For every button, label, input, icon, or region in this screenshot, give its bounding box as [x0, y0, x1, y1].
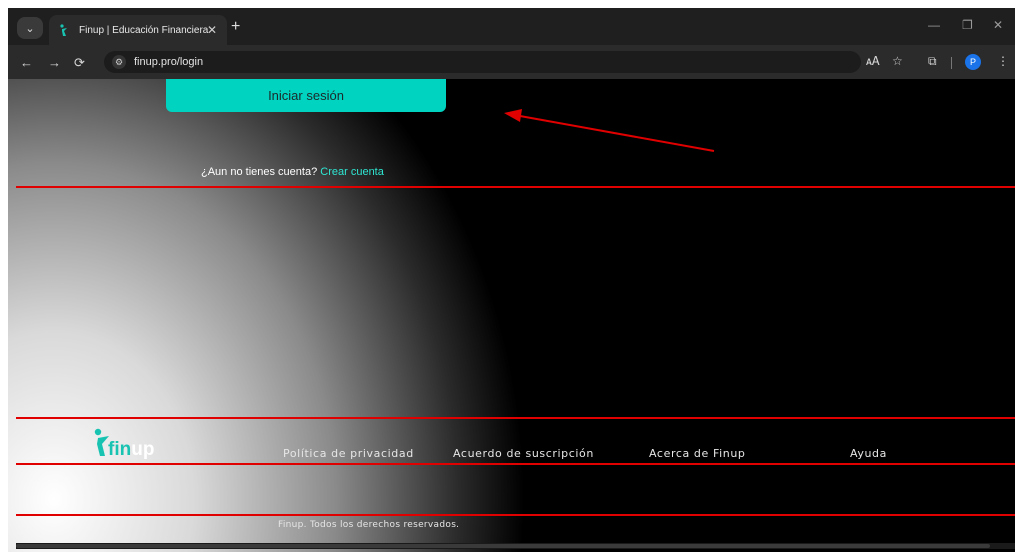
tab-search-icon[interactable]: ⌄ [17, 17, 43, 39]
tab-title: Finup | Educación Financiera [79, 24, 209, 36]
toolbar: ← → ⟳ ⚙ finup.pro/login 🗚 ☆ ⧉ P ⋮ [8, 45, 1015, 79]
reload-icon[interactable]: ⟳ [74, 55, 85, 71]
site-settings-icon[interactable]: ⚙ [112, 55, 126, 69]
page-content: Iniciar sesión ¿Aun no tienes cuenta? Cr… [8, 79, 1015, 552]
url-text: finup.pro/login [134, 56, 204, 68]
translate-icon[interactable]: 🗚 [866, 54, 880, 69]
restore-icon[interactable]: ❐ [962, 18, 973, 32]
address-bar[interactable]: ⚙ finup.pro/login [104, 51, 861, 73]
new-tab-button[interactable]: + [231, 18, 240, 36]
back-arrow-icon[interactable]: ← [20, 55, 33, 70]
extensions-icon[interactable]: ⧉ [928, 54, 937, 69]
minimize-icon[interactable]: — [928, 18, 940, 32]
close-tab-icon[interactable]: ✕ [207, 23, 217, 37]
toolbar-divider [951, 57, 952, 69]
browser-window: ⌄ Finup | Educación Financiera ✕ + — ❐ ✕… [8, 8, 1015, 552]
finup-favicon [59, 24, 71, 36]
close-window-icon[interactable]: ✕ [993, 18, 1003, 32]
annotation-arrow-icon [504, 109, 715, 152]
kebab-menu-icon[interactable]: ⋮ [997, 54, 1009, 68]
star-icon[interactable]: ☆ [892, 54, 903, 68]
tab-bar: ⌄ Finup | Educación Financiera ✕ + — ❐ ✕ [8, 8, 1015, 45]
forward-arrow-icon[interactable]: → [48, 55, 61, 70]
profile-avatar[interactable]: P [965, 54, 981, 70]
active-tab[interactable]: Finup | Educación Financiera ✕ [49, 15, 227, 45]
